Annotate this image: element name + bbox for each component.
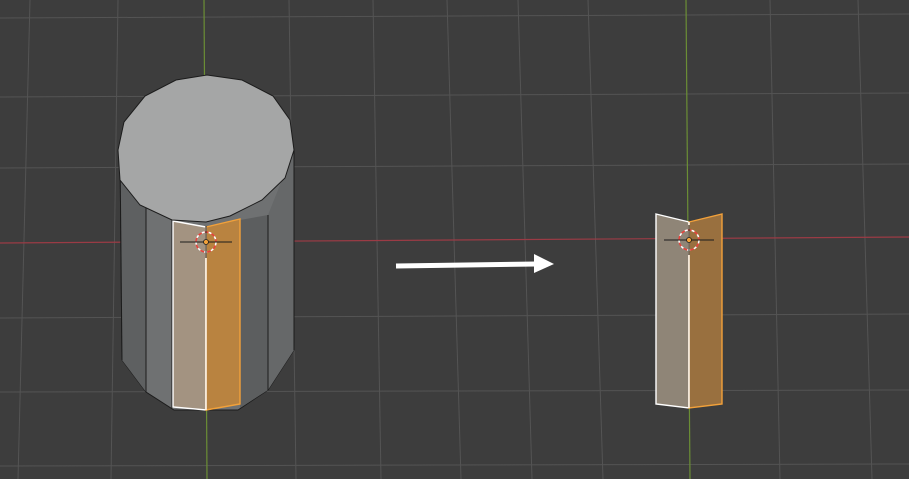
arrow-right-icon bbox=[395, 254, 554, 273]
cylinder-selected-face-right[interactable] bbox=[205, 218, 241, 411]
cylinder-side-shade-right bbox=[240, 215, 268, 408]
isolated-face-right[interactable] bbox=[688, 213, 723, 409]
viewport-canvas[interactable] bbox=[0, 0, 909, 479]
isolated-face-left[interactable] bbox=[655, 213, 690, 409]
cylinder-selected-face-left[interactable] bbox=[172, 220, 207, 411]
3d-viewport[interactable] bbox=[0, 0, 909, 479]
